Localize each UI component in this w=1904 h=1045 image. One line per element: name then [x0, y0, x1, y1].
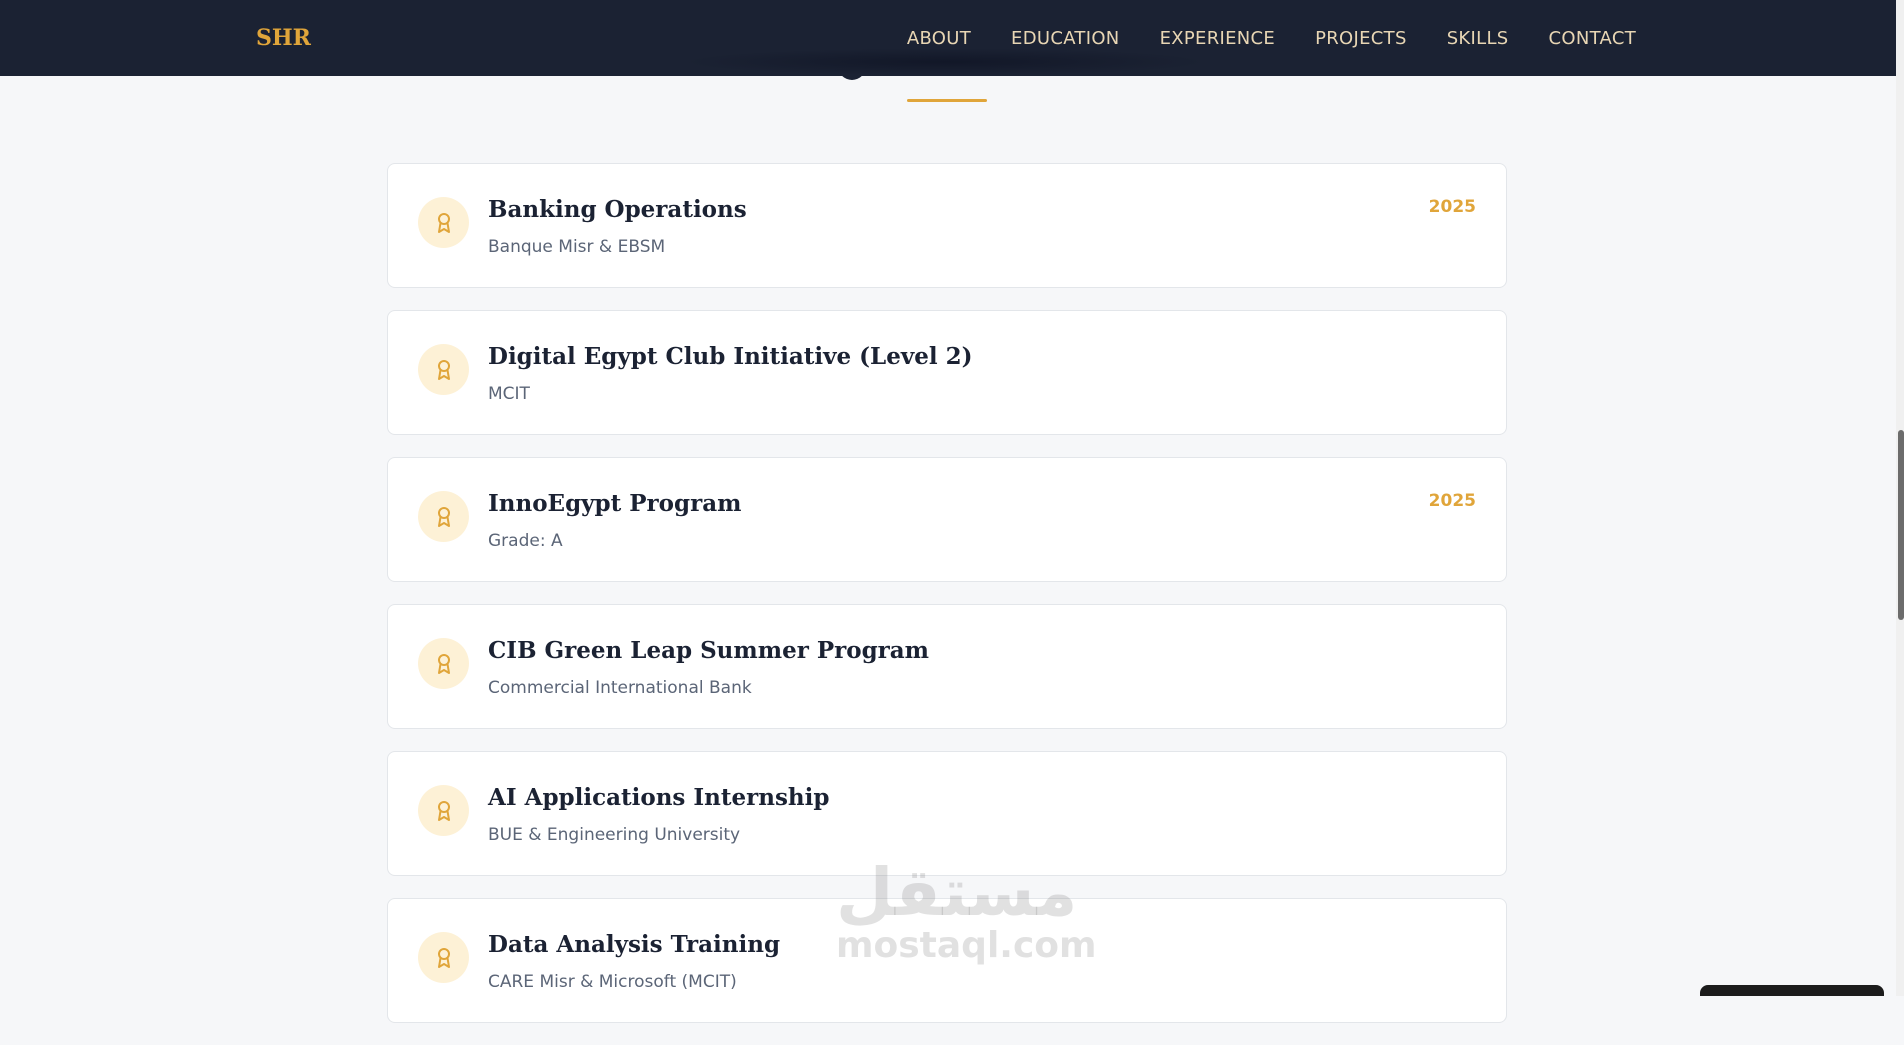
certificate-title: Banking Operations [488, 196, 747, 223]
certificate-card: InnoEgypt Program Grade: A 2025 [387, 457, 1507, 582]
nav-link-skills[interactable]: SKILLS [1447, 28, 1509, 49]
certificate-card: Banking Operations Banque Misr & EBSM 20… [387, 163, 1507, 288]
nav-link-contact[interactable]: CONTACT [1549, 28, 1636, 49]
scrollbar-thumb[interactable] [1898, 430, 1904, 620]
certificate-card: Digital Egypt Club Initiative (Level 2) … [387, 310, 1507, 435]
badge-circle [418, 638, 469, 689]
certificate-issuer: Grade: A [488, 531, 563, 551]
certificate-title: Data Analysis Training [488, 931, 781, 958]
badge-circle [418, 344, 469, 395]
badge-circle [418, 491, 469, 542]
award-icon [437, 359, 450, 380]
section-underline [907, 99, 987, 102]
scrollbar-track[interactable] [1896, 0, 1904, 996]
floating-widget[interactable] [1700, 985, 1884, 996]
award-icon [437, 653, 450, 674]
certificate-issuer: MCIT [488, 384, 530, 404]
certificate-list: Banking Operations Banque Misr & EBSM 20… [387, 163, 1507, 1045]
badge-circle [418, 197, 469, 248]
nav-link-education[interactable]: EDUCATION [1011, 28, 1120, 49]
badge-circle [418, 785, 469, 836]
certificate-card: AI Applications Internship BUE & Enginee… [387, 751, 1507, 876]
certificate-title: AI Applications Internship [488, 784, 830, 811]
site-logo[interactable]: SHR [256, 0, 311, 76]
badge-circle [418, 932, 469, 983]
certificate-issuer: CARE Misr & Microsoft (MCIT) [488, 972, 737, 992]
certificate-card: Data Analysis Training CARE Misr & Micro… [387, 898, 1507, 1023]
certificate-title: Digital Egypt Club Initiative (Level 2) [488, 343, 973, 370]
certificate-year: 2025 [1428, 491, 1476, 511]
certificate-issuer: BUE & Engineering University [488, 825, 741, 845]
nav-link-projects[interactable]: PROJECTS [1315, 28, 1407, 49]
certificate-issuer: Banque Misr & EBSM [488, 237, 666, 257]
nav-shadow [680, 48, 1210, 76]
certificate-year: 2025 [1428, 197, 1476, 217]
certificate-title: InnoEgypt Program [488, 490, 742, 517]
award-icon [437, 212, 450, 233]
nav-link-experience[interactable]: EXPERIENCE [1160, 28, 1276, 49]
nav-link-about[interactable]: ABOUT [907, 28, 971, 49]
award-icon [437, 800, 450, 821]
certificate-card: CIB Green Leap Summer Program Commercial… [387, 604, 1507, 729]
certificate-title: CIB Green Leap Summer Program [488, 637, 930, 664]
award-icon [437, 947, 450, 968]
certificate-issuer: Commercial International Bank [488, 678, 752, 698]
award-icon [437, 506, 450, 527]
